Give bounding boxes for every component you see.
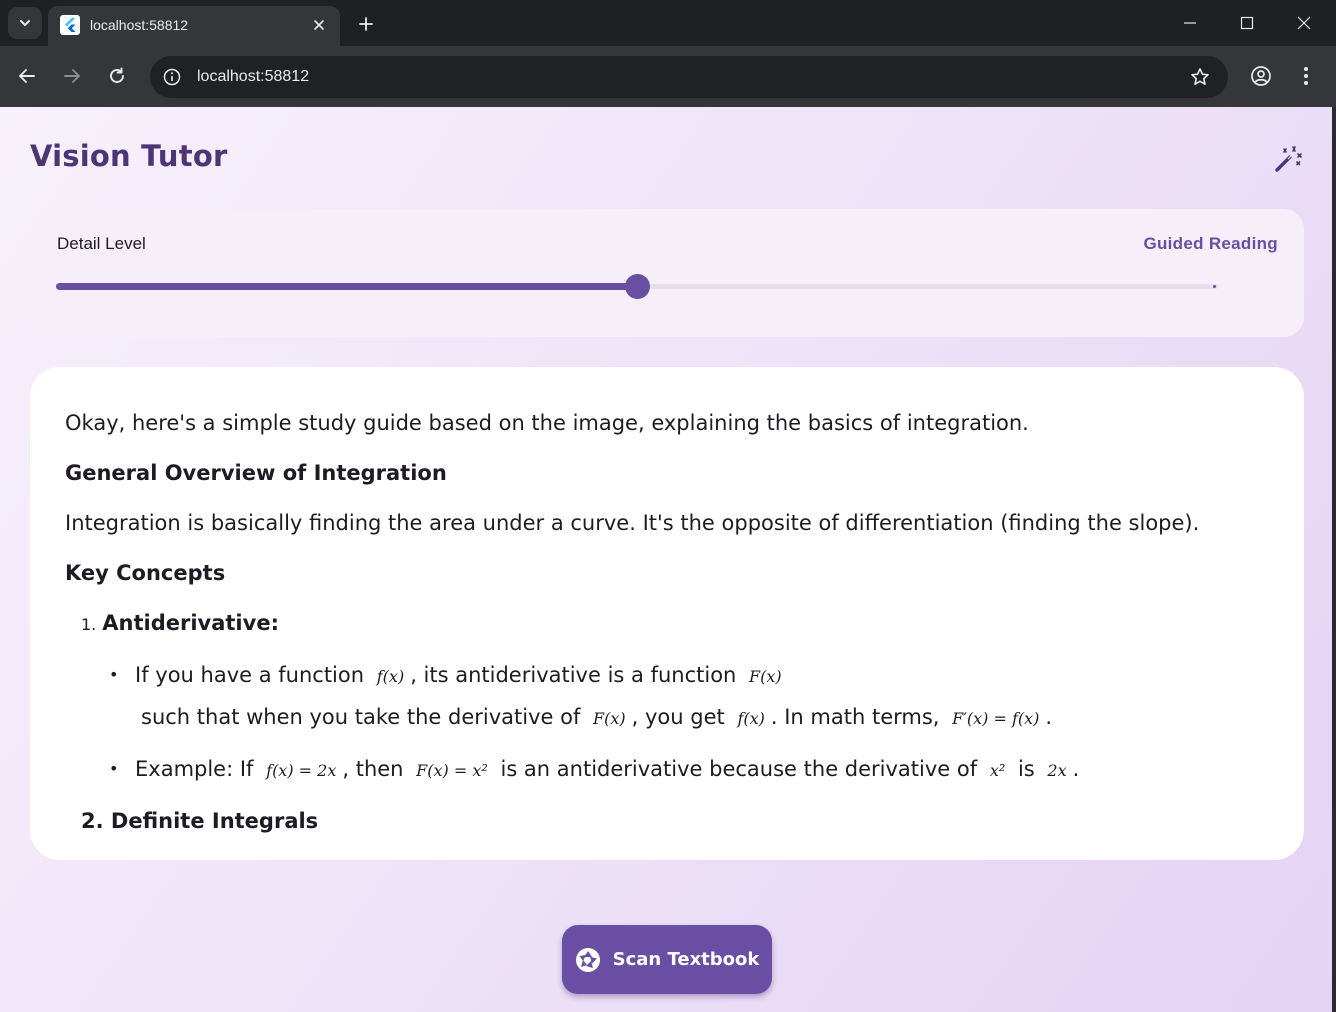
page-title: Vision Tutor xyxy=(30,139,228,173)
section-heading-overview: General Overview of Integration xyxy=(65,461,447,485)
study-guide-content: Okay, here's a simple study guide based … xyxy=(65,403,1265,841)
maximize-icon xyxy=(1240,16,1254,30)
arrow-left-icon xyxy=(19,69,35,83)
list-item-definite-integrals: 2. Definite Integrals xyxy=(81,809,319,833)
window-close-button[interactable] xyxy=(1276,0,1332,46)
slider-thumb[interactable] xyxy=(625,274,650,299)
detail-level-mode: Guided Reading xyxy=(1143,234,1278,253)
bullet-example: • Example: If f(x) = 2x, then F(x) = x² … xyxy=(65,749,1265,791)
list-number: 1. xyxy=(81,615,97,634)
forward-button[interactable] xyxy=(57,61,87,91)
star-icon xyxy=(1191,68,1209,85)
list-item-antiderivative: 1. Antiderivative: xyxy=(65,603,1265,645)
slider-end-tick xyxy=(1213,285,1216,288)
math-expression: f(x) xyxy=(737,709,765,728)
scan-textbook-label: Scan Textbook xyxy=(612,949,760,970)
math-expression: 2x xyxy=(1047,761,1067,780)
close-icon xyxy=(1297,16,1311,30)
bullet-icon: • xyxy=(109,665,119,684)
text-run: . xyxy=(1045,705,1053,729)
study-guide-card: Okay, here's a simple study guide based … xyxy=(30,367,1304,860)
math-expression: x² xyxy=(989,761,1006,780)
camera-shutter-icon xyxy=(575,947,600,972)
math-expression: F(x) = x² xyxy=(416,761,488,780)
magic-button[interactable] xyxy=(1270,141,1306,177)
browser-tab[interactable]: localhost:58812 xyxy=(48,6,340,46)
chevron-down-icon xyxy=(20,20,30,26)
maximize-button[interactable] xyxy=(1219,0,1275,46)
flutter-favicon-icon xyxy=(60,15,80,35)
text-run: . In math terms, xyxy=(770,705,940,729)
text-run: is xyxy=(1017,757,1035,781)
text-run: . xyxy=(1072,757,1080,781)
more-vertical-icon xyxy=(1304,67,1308,85)
close-icon xyxy=(314,20,324,30)
arrow-right-icon xyxy=(64,69,80,83)
magic-wand-icon xyxy=(1275,146,1302,172)
overview-paragraph: Integration is basically finding the are… xyxy=(65,511,1200,535)
math-expression: f(x) xyxy=(376,667,405,686)
app-viewport: Vision Tutor Detail Level Guided Reading… xyxy=(0,107,1332,1012)
tab-search-button[interactable] xyxy=(8,7,42,39)
text-run: such that when you take the derivative o… xyxy=(141,705,581,729)
account-icon xyxy=(1251,66,1271,86)
minimize-icon xyxy=(1184,22,1196,24)
text-run: If you have a function xyxy=(135,663,365,687)
plus-icon xyxy=(359,17,373,31)
bullet-definition: • If you have a function f(x) , its antid… xyxy=(65,655,1265,739)
browser-menu-button[interactable] xyxy=(1291,61,1321,91)
math-expression: F(x) xyxy=(593,709,626,728)
list-item-title: Antiderivative: xyxy=(102,611,279,635)
text-run: is an antiderivative because the derivat… xyxy=(500,757,978,781)
browser-toolbar: localhost:58812 xyxy=(0,46,1336,107)
reload-icon xyxy=(110,67,124,83)
text-run: , then xyxy=(342,757,404,781)
profile-button[interactable] xyxy=(1246,61,1276,91)
reload-button[interactable] xyxy=(102,61,132,91)
text-run: , you get xyxy=(631,705,725,729)
new-tab-button[interactable] xyxy=(352,10,380,38)
intro-paragraph: Okay, here's a simple study guide based … xyxy=(65,411,1029,435)
bookmark-button[interactable] xyxy=(1188,65,1212,89)
address-url[interactable]: localhost:58812 xyxy=(197,66,309,88)
detail-level-label: Detail Level xyxy=(57,234,146,253)
detail-level-slider[interactable] xyxy=(56,267,1218,307)
minimize-button[interactable] xyxy=(1162,0,1218,46)
slider-active-track xyxy=(56,283,637,290)
tab-close-button[interactable] xyxy=(308,14,330,36)
text-run: Example: If xyxy=(135,757,254,781)
section-heading-key-concepts: Key Concepts xyxy=(65,561,226,585)
bullet-icon: • xyxy=(109,759,119,778)
browser-tab-strip: localhost:58812 xyxy=(0,0,1336,46)
address-bar[interactable]: localhost:58812 xyxy=(150,56,1228,98)
math-expression: F′(x) = f(x) xyxy=(952,709,1040,728)
tab-title: localhost:58812 xyxy=(90,17,189,33)
scan-textbook-button[interactable]: Scan Textbook xyxy=(562,925,772,994)
math-expression: f(x) = 2x xyxy=(266,761,337,780)
math-expression: F(x) xyxy=(749,667,782,686)
back-button[interactable] xyxy=(12,61,42,91)
info-icon xyxy=(163,68,181,86)
page-scrollbar[interactable] xyxy=(1332,107,1336,1012)
bullet-continuation: such that when you take the derivative o… xyxy=(135,697,1265,739)
site-info-button[interactable] xyxy=(160,65,184,89)
text-run: , its antiderivative is a function xyxy=(410,663,737,687)
